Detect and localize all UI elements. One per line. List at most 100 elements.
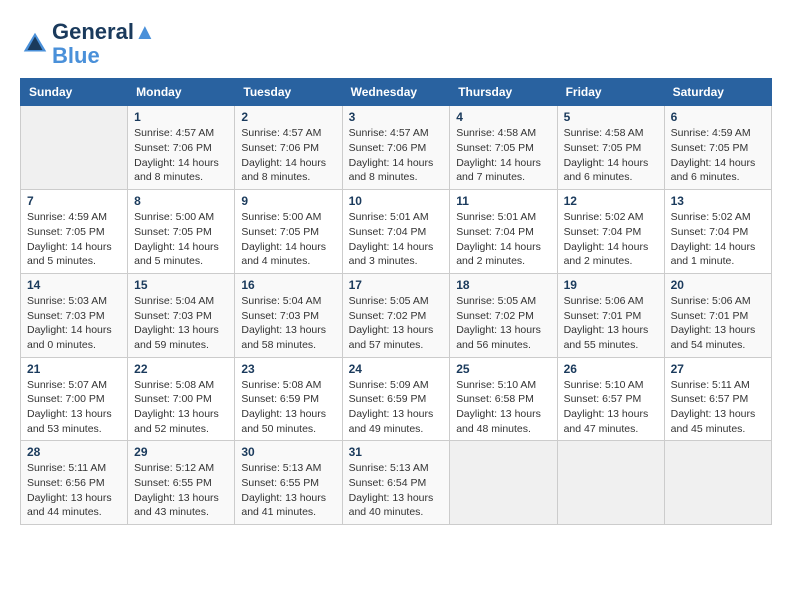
logo-icon — [20, 29, 50, 59]
calendar-table: SundayMondayTuesdayWednesdayThursdayFrid… — [20, 78, 772, 525]
calendar-cell: 29 Sunrise: 5:12 AM Sunset: 6:55 PM Dayli… — [128, 441, 235, 525]
day-info: Sunrise: 5:07 AM Sunset: 7:00 PM Dayligh… — [27, 378, 121, 437]
day-info: Sunrise: 5:10 AM Sunset: 6:57 PM Dayligh… — [564, 378, 658, 437]
calendar-cell: 18 Sunrise: 5:05 AM Sunset: 7:02 PM Dayli… — [450, 273, 557, 357]
day-info: Sunrise: 5:00 AM Sunset: 7:05 PM Dayligh… — [241, 210, 335, 269]
week-row-2: 7 Sunrise: 4:59 AM Sunset: 7:05 PM Daylig… — [21, 190, 772, 274]
logo: General▲ Blue — [20, 20, 156, 68]
day-info: Sunrise: 4:58 AM Sunset: 7:05 PM Dayligh… — [456, 126, 550, 185]
day-info: Sunrise: 5:04 AM Sunset: 7:03 PM Dayligh… — [241, 294, 335, 353]
calendar-cell: 30 Sunrise: 5:13 AM Sunset: 6:55 PM Dayli… — [235, 441, 342, 525]
day-info: Sunrise: 5:04 AM Sunset: 7:03 PM Dayligh… — [134, 294, 228, 353]
calendar-cell: 8Sunrise: 5:00 AM Sunset: 7:05 PM Daylig… — [128, 190, 235, 274]
day-info: Sunrise: 5:10 AM Sunset: 6:58 PM Dayligh… — [456, 378, 550, 437]
calendar-cell: 5 Sunrise: 4:58 AM Sunset: 7:05 PM Daylig… — [557, 106, 664, 190]
day-info: Sunrise: 4:57 AM Sunset: 7:06 PM Dayligh… — [134, 126, 228, 185]
day-number: 15 — [134, 278, 228, 292]
day-number: 28 — [27, 445, 121, 459]
calendar-cell: 2 Sunrise: 4:57 AM Sunset: 7:06 PM Daylig… — [235, 106, 342, 190]
day-number: 20 — [671, 278, 765, 292]
calendar-cell: 9 Sunrise: 5:00 AM Sunset: 7:05 PM Daylig… — [235, 190, 342, 274]
col-header-wednesday: Wednesday — [342, 79, 450, 106]
calendar-cell: 25 Sunrise: 5:10 AM Sunset: 6:58 PM Dayli… — [450, 357, 557, 441]
calendar-cell: 13Sunrise: 5:02 AM Sunset: 7:04 PM Dayli… — [664, 190, 771, 274]
calendar-cell: 6 Sunrise: 4:59 AM Sunset: 7:05 PM Daylig… — [664, 106, 771, 190]
day-info: Sunrise: 5:09 AM Sunset: 6:59 PM Dayligh… — [349, 378, 444, 437]
col-header-thursday: Thursday — [450, 79, 557, 106]
day-info: Sunrise: 5:03 AM Sunset: 7:03 PM Dayligh… — [27, 294, 121, 353]
day-info: Sunrise: 4:59 AM Sunset: 7:05 PM Dayligh… — [671, 126, 765, 185]
day-info: Sunrise: 5:01 AM Sunset: 7:04 PM Dayligh… — [456, 210, 550, 269]
day-info: Sunrise: 5:12 AM Sunset: 6:55 PM Dayligh… — [134, 461, 228, 520]
day-number: 12 — [564, 194, 658, 208]
calendar-cell: 11 Sunrise: 5:01 AM Sunset: 7:04 PM Dayli… — [450, 190, 557, 274]
day-number: 6 — [671, 110, 765, 124]
col-header-friday: Friday — [557, 79, 664, 106]
day-number: 22 — [134, 362, 228, 376]
calendar-cell: 7 Sunrise: 4:59 AM Sunset: 7:05 PM Daylig… — [21, 190, 128, 274]
calendar-cell: 16 Sunrise: 5:04 AM Sunset: 7:03 PM Dayli… — [235, 273, 342, 357]
calendar-cell: 22 Sunrise: 5:08 AM Sunset: 7:00 PM Dayli… — [128, 357, 235, 441]
week-row-4: 21Sunrise: 5:07 AM Sunset: 7:00 PM Dayli… — [21, 357, 772, 441]
day-number: 25 — [456, 362, 550, 376]
day-number: 19 — [564, 278, 658, 292]
day-info: Sunrise: 4:57 AM Sunset: 7:06 PM Dayligh… — [349, 126, 444, 185]
day-number: 24 — [349, 362, 444, 376]
calendar-cell: 26 Sunrise: 5:10 AM Sunset: 6:57 PM Dayli… — [557, 357, 664, 441]
day-number: 14 — [27, 278, 121, 292]
day-number: 29 — [134, 445, 228, 459]
week-row-3: 14 Sunrise: 5:03 AM Sunset: 7:03 PM Dayli… — [21, 273, 772, 357]
day-info: Sunrise: 5:06 AM Sunset: 7:01 PM Dayligh… — [564, 294, 658, 353]
page-header: General▲ Blue — [20, 20, 772, 68]
day-number: 10 — [349, 194, 444, 208]
calendar-cell: 14 Sunrise: 5:03 AM Sunset: 7:03 PM Dayli… — [21, 273, 128, 357]
calendar-cell: 19 Sunrise: 5:06 AM Sunset: 7:01 PM Dayli… — [557, 273, 664, 357]
calendar-cell: 3Sunrise: 4:57 AM Sunset: 7:06 PM Daylig… — [342, 106, 450, 190]
col-header-saturday: Saturday — [664, 79, 771, 106]
day-number: 27 — [671, 362, 765, 376]
calendar-cell: 10 Sunrise: 5:01 AM Sunset: 7:04 PM Dayli… — [342, 190, 450, 274]
day-number: 26 — [564, 362, 658, 376]
day-number: 9 — [241, 194, 335, 208]
day-number: 23 — [241, 362, 335, 376]
day-number: 7 — [27, 194, 121, 208]
week-row-1: 1Sunrise: 4:57 AM Sunset: 7:06 PM Daylig… — [21, 106, 772, 190]
col-header-monday: Monday — [128, 79, 235, 106]
day-number: 2 — [241, 110, 335, 124]
day-info: Sunrise: 5:13 AM Sunset: 6:55 PM Dayligh… — [241, 461, 335, 520]
day-number: 30 — [241, 445, 335, 459]
day-number: 5 — [564, 110, 658, 124]
week-row-5: 28 Sunrise: 5:11 AM Sunset: 6:56 PM Dayli… — [21, 441, 772, 525]
calendar-cell: 1Sunrise: 4:57 AM Sunset: 7:06 PM Daylig… — [128, 106, 235, 190]
day-number: 16 — [241, 278, 335, 292]
day-info: Sunrise: 5:01 AM Sunset: 7:04 PM Dayligh… — [349, 210, 444, 269]
calendar-cell: 15 Sunrise: 5:04 AM Sunset: 7:03 PM Dayli… — [128, 273, 235, 357]
day-info: Sunrise: 5:05 AM Sunset: 7:02 PM Dayligh… — [456, 294, 550, 353]
calendar-cell — [21, 106, 128, 190]
day-info: Sunrise: 5:11 AM Sunset: 6:57 PM Dayligh… — [671, 378, 765, 437]
calendar-cell: 31 Sunrise: 5:13 AM Sunset: 6:54 PM Dayli… — [342, 441, 450, 525]
calendar-cell — [450, 441, 557, 525]
day-number: 8 — [134, 194, 228, 208]
calendar-cell — [557, 441, 664, 525]
day-info: Sunrise: 5:13 AM Sunset: 6:54 PM Dayligh… — [349, 461, 444, 520]
day-info: Sunrise: 5:08 AM Sunset: 7:00 PM Dayligh… — [134, 378, 228, 437]
calendar-cell: 12 Sunrise: 5:02 AM Sunset: 7:04 PM Dayli… — [557, 190, 664, 274]
col-header-tuesday: Tuesday — [235, 79, 342, 106]
calendar-cell — [664, 441, 771, 525]
day-number: 11 — [456, 194, 550, 208]
day-number: 31 — [349, 445, 444, 459]
day-number: 18 — [456, 278, 550, 292]
day-info: Sunrise: 5:02 AM Sunset: 7:04 PM Dayligh… — [564, 210, 658, 269]
day-info: Sunrise: 5:11 AM Sunset: 6:56 PM Dayligh… — [27, 461, 121, 520]
day-info: Sunrise: 4:58 AM Sunset: 7:05 PM Dayligh… — [564, 126, 658, 185]
day-info: Sunrise: 4:57 AM Sunset: 7:06 PM Dayligh… — [241, 126, 335, 185]
day-info: Sunrise: 4:59 AM Sunset: 7:05 PM Dayligh… — [27, 210, 121, 269]
calendar-cell: 23 Sunrise: 5:08 AM Sunset: 6:59 PM Dayli… — [235, 357, 342, 441]
day-info: Sunrise: 5:06 AM Sunset: 7:01 PM Dayligh… — [671, 294, 765, 353]
day-info: Sunrise: 5:08 AM Sunset: 6:59 PM Dayligh… — [241, 378, 335, 437]
day-number: 13 — [671, 194, 765, 208]
calendar-cell: 20 Sunrise: 5:06 AM Sunset: 7:01 PM Dayli… — [664, 273, 771, 357]
calendar-cell: 28 Sunrise: 5:11 AM Sunset: 6:56 PM Dayli… — [21, 441, 128, 525]
calendar-cell: 17Sunrise: 5:05 AM Sunset: 7:02 PM Dayli… — [342, 273, 450, 357]
